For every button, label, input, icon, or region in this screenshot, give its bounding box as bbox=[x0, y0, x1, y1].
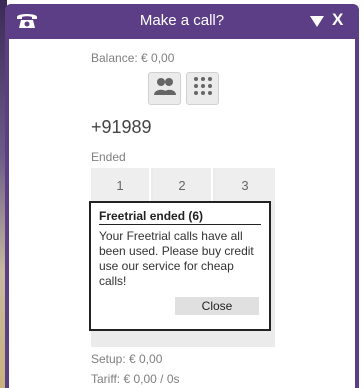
dialog-close-button[interactable]: Close bbox=[175, 297, 259, 315]
setup-cost: Setup: € 0,00 bbox=[91, 352, 163, 366]
key-3[interactable]: 3 bbox=[215, 168, 275, 202]
call-panel: Balance: € 0,00 +91989 Ended 1 2 3 Freet… bbox=[9, 39, 355, 388]
tariff-cost: Tariff: € 0,00 / 0s bbox=[91, 372, 180, 386]
contacts-icon bbox=[153, 76, 177, 101]
chevron-down-icon[interactable] bbox=[310, 16, 324, 27]
keypad-button[interactable] bbox=[186, 72, 219, 105]
call-widget: Make a call? X Balance: € 0,00 +91989 En… bbox=[5, 4, 359, 388]
call-status: Ended bbox=[91, 150, 126, 164]
freetrial-dialog: Freetrial ended (6) Your Freetrial calls… bbox=[89, 201, 271, 331]
key-2[interactable]: 2 bbox=[153, 168, 213, 202]
window-title: Make a call? bbox=[139, 12, 225, 29]
contacts-button[interactable] bbox=[148, 72, 181, 105]
balance-label: Balance: € 0,00 bbox=[91, 51, 175, 65]
key-1[interactable]: 1 bbox=[91, 168, 151, 202]
title-bar: Make a call? X bbox=[5, 4, 359, 37]
dialog-message: Your Freetrial calls have all been used.… bbox=[99, 229, 254, 288]
dialpad-icon bbox=[192, 75, 214, 102]
dialog-title: Freetrial ended (6) bbox=[99, 209, 261, 225]
phone-number: +91989 bbox=[91, 117, 152, 137]
close-button[interactable]: X bbox=[332, 10, 343, 30]
redacted-number-mask bbox=[167, 119, 237, 141]
